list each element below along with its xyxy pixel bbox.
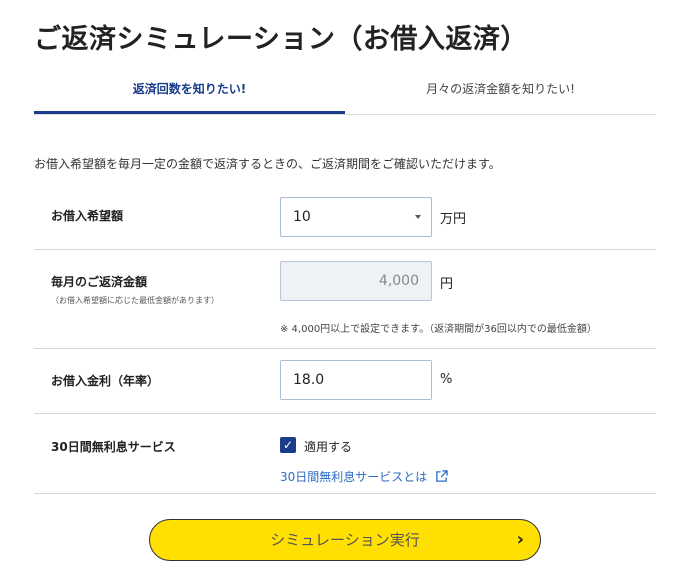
run-simulation-button[interactable]: シミュレーション実行 › [149,519,541,561]
loan-amount-label: お借入希望額 [51,209,124,223]
intro-text: お借入希望額を毎月一定の金額で返済するときの、ご返済期間をご確認いただけます。 [34,157,501,171]
interest-rate-label: お借入金利（年率） [51,374,160,388]
interest-free-checkbox-label[interactable]: 適用する [304,438,352,455]
monthly-payment-sublabel: （お借入希望額に応じた最低金額があります） [51,296,219,305]
interest-free-row: 30日間無利息サービス ✓ 適用する 30日間無利息サービスとは [34,413,656,494]
loan-amount-value: 10 [293,209,311,225]
interest-free-info-link-text: 30日間無利息サービスとは [280,470,428,484]
interest-rate-unit: % [440,372,453,387]
external-link-icon [436,470,448,482]
monthly-payment-input[interactable]: 4,000 [280,261,432,301]
chevron-right-icon: › [516,529,524,550]
chevron-down-icon [415,215,421,219]
monthly-payment-label: 毎月のご返済金額 [51,275,148,289]
interest-rate-input[interactable]: 18.0 [280,360,432,400]
loan-amount-unit: 万円 [440,212,467,227]
interest-free-info-link[interactable]: 30日間無利息サービスとは [280,468,448,485]
tab-monthly-amount[interactable]: 月々の返済金額を知りたい! [345,66,656,112]
monthly-payment-unit: 円 [440,277,454,292]
monthly-payment-note: ※ 4,000円以上で設定できます。（返済期間が36回以内での最低金額） [280,324,597,335]
loan-amount-select[interactable]: 10 [280,197,432,237]
interest-rate-row: お借入金利（年率） 18.0 % [34,348,656,414]
tab-repayment-count[interactable]: 返済回数を知りたい! [34,66,345,114]
check-icon: ✓ [282,438,294,452]
tab-bar: 返済回数を知りたい! 月々の返済金額を知りたい! [34,66,656,115]
run-simulation-label: シミュレーション実行 [270,531,420,549]
page-title: ご返済シミュレーション（お借入返済） [34,24,528,55]
loan-amount-row: お借入希望額 10 万円 [34,193,656,250]
interest-free-checkbox[interactable]: ✓ [280,437,296,453]
interest-free-label: 30日間無利息サービス [51,440,176,454]
monthly-payment-row: 毎月のご返済金額 （お借入希望額に応じた最低金額があります） 4,000 円 ※… [34,249,656,349]
